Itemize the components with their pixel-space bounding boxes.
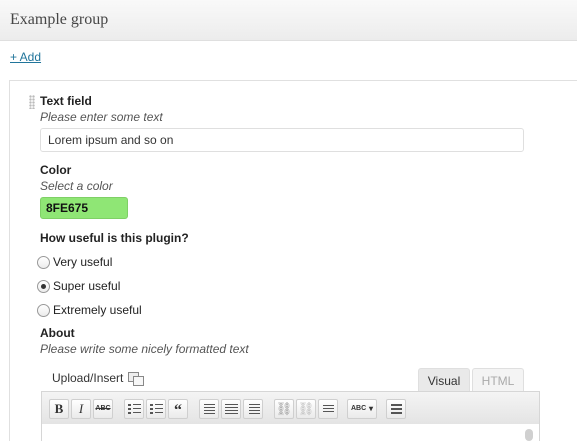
radio-group-label: How useful is this plugin?	[40, 231, 189, 245]
radio-option-extremely-useful[interactable]: Extremely useful	[37, 303, 142, 317]
italic-button[interactable]: I	[71, 399, 91, 419]
spellcheck-button[interactable]: ABC ▾	[347, 399, 377, 419]
strikethrough-button[interactable]: ABC	[93, 399, 113, 419]
color-hint: Select a color	[40, 179, 113, 193]
editor-scrollbar[interactable]	[525, 429, 533, 441]
radio-button[interactable]	[37, 303, 50, 317]
color-input[interactable]: 8FE675	[40, 197, 128, 219]
upload-insert-button[interactable]: Upload/Insert	[52, 371, 145, 386]
group-title: Example group	[10, 11, 109, 28]
add-media-icon[interactable]	[128, 372, 145, 386]
radio-button-selected[interactable]	[37, 279, 50, 293]
radio-option-label: Extremely useful	[53, 303, 142, 317]
text-field-hint: Please enter some text	[40, 110, 163, 124]
align-left-icon[interactable]	[199, 399, 219, 419]
radio-button[interactable]	[37, 255, 50, 269]
editor-toolbar: B I ABC “ ⛓ ⛓ ABC ▾	[41, 391, 540, 425]
group-header: Example group	[0, 0, 577, 41]
text-field-input[interactable]: Lorem ipsum and so on	[40, 128, 524, 152]
radio-option-label: Very useful	[53, 255, 113, 269]
radio-option-label: Super useful	[53, 279, 121, 293]
bullet-list-icon[interactable]	[124, 399, 144, 419]
spellcheck-label: ABC	[351, 405, 367, 412]
upload-insert-label: Upload/Insert	[52, 371, 124, 385]
blockquote-button[interactable]: “	[168, 399, 188, 419]
editor-content-area[interactable]	[41, 424, 540, 441]
tab-visual[interactable]: Visual	[418, 368, 470, 392]
radio-option-super-useful[interactable]: Super useful	[37, 279, 120, 293]
radio-option-very-useful[interactable]: Very useful	[37, 255, 112, 269]
text-field-label: Text field	[40, 94, 92, 108]
add-link[interactable]: + Add	[10, 50, 41, 64]
drag-handle-icon[interactable]	[29, 95, 35, 109]
unlink-icon[interactable]: ⛓	[296, 399, 316, 419]
numbered-list-icon[interactable]	[146, 399, 166, 419]
bold-button[interactable]: B	[49, 399, 69, 419]
align-center-icon[interactable]	[221, 399, 241, 419]
more-tag-icon[interactable]	[318, 399, 338, 419]
kitchen-sink-icon[interactable]	[386, 399, 406, 419]
about-label: About	[40, 326, 75, 340]
color-label: Color	[40, 163, 72, 177]
insert-link-icon[interactable]: ⛓	[274, 399, 294, 419]
tab-html[interactable]: HTML	[472, 368, 524, 392]
about-hint: Please write some nicely formatted text	[40, 342, 249, 356]
align-right-icon[interactable]	[243, 399, 263, 419]
